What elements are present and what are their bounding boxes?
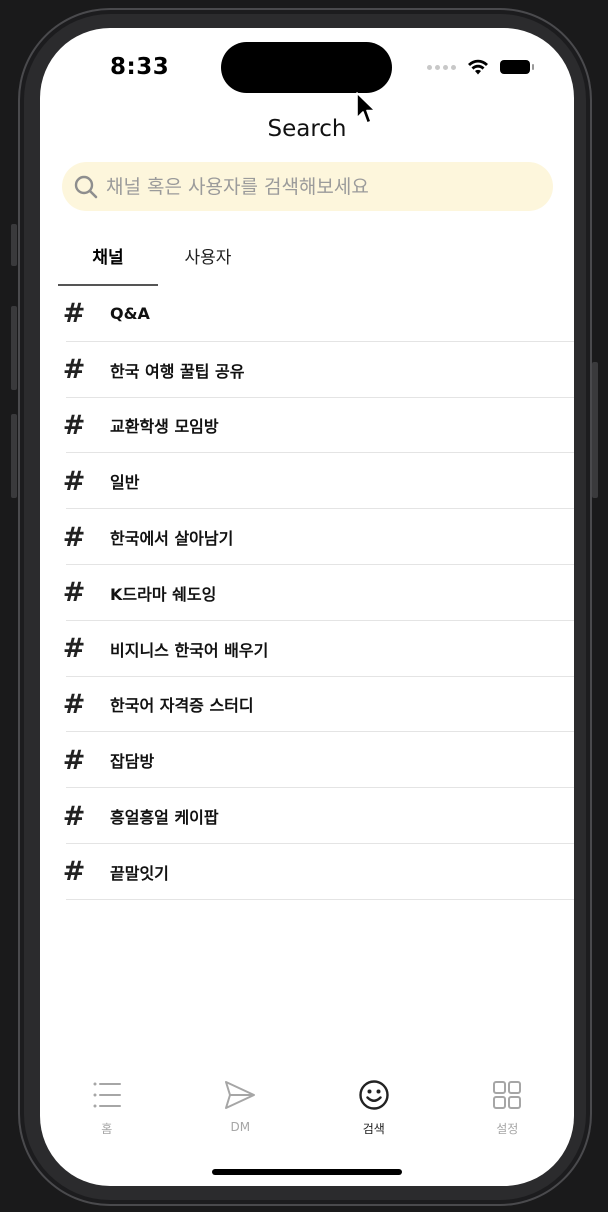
list-item[interactable]: # 교환학생 모임방 bbox=[40, 398, 574, 454]
action-button bbox=[11, 224, 17, 266]
list-item[interactable]: # 한국 여행 꿀팁 공유 bbox=[40, 342, 574, 398]
search-input[interactable] bbox=[106, 175, 526, 198]
list-item[interactable]: # Q&A bbox=[40, 286, 574, 342]
tabbar-label: 홈 bbox=[101, 1122, 113, 1136]
channel-list: # Q&A # 한국 여행 꿀팁 공유 # 교환학생 모임방 # 일반 # 한국에서 살아… bbox=[40, 286, 574, 900]
channel-name: 일반 bbox=[110, 473, 140, 493]
status-time: 8:33 bbox=[110, 54, 170, 80]
hash-icon: # bbox=[62, 577, 86, 609]
channel-name: 흥얼흥얼 케이팝 bbox=[110, 808, 219, 828]
list-item[interactable]: # 흥얼흥얼 케이팝 bbox=[40, 788, 574, 844]
dynamic-island bbox=[221, 42, 392, 93]
hash-icon: # bbox=[62, 633, 86, 665]
tabbar-item-search[interactable]: 검색 bbox=[307, 1078, 441, 1137]
tab-users[interactable]: 사용자 bbox=[158, 236, 258, 286]
hash-icon: # bbox=[62, 688, 86, 720]
channel-name: 한국어 자격증 스터디 bbox=[110, 696, 254, 716]
tabbar-label: 설정 bbox=[496, 1122, 519, 1136]
list-item[interactable]: # 한국에서 살아남기 bbox=[40, 509, 574, 565]
hash-icon: # bbox=[62, 856, 86, 888]
list-item[interactable]: # K드라마 쉐도잉 bbox=[40, 565, 574, 621]
channel-name: K드라마 쉐도잉 bbox=[110, 584, 217, 604]
hash-icon: # bbox=[62, 465, 86, 497]
search-bar[interactable] bbox=[62, 162, 553, 211]
home-indicator[interactable] bbox=[212, 1169, 402, 1175]
search-icon bbox=[74, 175, 98, 198]
hash-icon: # bbox=[62, 409, 86, 441]
list-icon bbox=[93, 1082, 121, 1108]
list-item[interactable]: # 일반 bbox=[40, 453, 574, 509]
list-item[interactable]: # 끝말잇기 bbox=[40, 844, 574, 900]
channel-name: 비지니스 한국어 배우기 bbox=[110, 640, 269, 660]
tab-channels[interactable]: 채널 bbox=[58, 236, 158, 286]
channel-name: Q&A bbox=[110, 304, 150, 324]
hash-icon: # bbox=[62, 800, 86, 832]
bottom-tab-bar: 홈 DM 검색 설정 bbox=[40, 1078, 574, 1137]
channel-name: 한국 여행 꿀팁 공유 bbox=[110, 361, 245, 381]
tabbar-label: 검색 bbox=[362, 1122, 385, 1136]
hash-icon: # bbox=[62, 521, 86, 553]
power-button bbox=[592, 362, 598, 498]
volume-down-button bbox=[11, 414, 17, 498]
list-item[interactable]: # 잡담방 bbox=[40, 732, 574, 788]
mouse-pointer-icon bbox=[356, 92, 376, 124]
hash-icon: # bbox=[62, 744, 86, 776]
tabbar-item-settings[interactable]: 설정 bbox=[441, 1078, 575, 1137]
hash-icon: # bbox=[62, 354, 86, 386]
hash-icon: # bbox=[62, 298, 86, 330]
tabbar-item-home[interactable]: 홈 bbox=[40, 1078, 174, 1137]
send-icon bbox=[225, 1081, 256, 1109]
app-screen: 8:33 Search 채널 사용자 # Q&A # 한국 여행 꿀팁 공유 # 교환… bbox=[40, 28, 574, 1186]
tabbar-label: DM bbox=[230, 1120, 251, 1134]
smiley-icon bbox=[359, 1080, 389, 1110]
channel-name: 한국에서 살아남기 bbox=[110, 529, 234, 549]
list-item[interactable]: # 비지니스 한국어 배우기 bbox=[40, 621, 574, 677]
battery-icon bbox=[500, 60, 534, 74]
wifi-icon bbox=[468, 59, 488, 75]
channel-name: 잡담방 bbox=[110, 752, 155, 772]
volume-up-button bbox=[11, 306, 17, 390]
channel-name: 교환학생 모임방 bbox=[110, 417, 219, 437]
grid-icon bbox=[493, 1081, 522, 1109]
list-item[interactable]: # 한국어 자격증 스터디 bbox=[40, 677, 574, 733]
tabbar-item-dm[interactable]: DM bbox=[174, 1078, 308, 1137]
cellular-signal-icon bbox=[427, 64, 456, 70]
page-title: Search bbox=[267, 116, 347, 142]
status-icons bbox=[427, 58, 534, 76]
channel-name: 끝말잇기 bbox=[110, 863, 169, 883]
segment-tabs: 채널 사용자 bbox=[58, 236, 258, 286]
